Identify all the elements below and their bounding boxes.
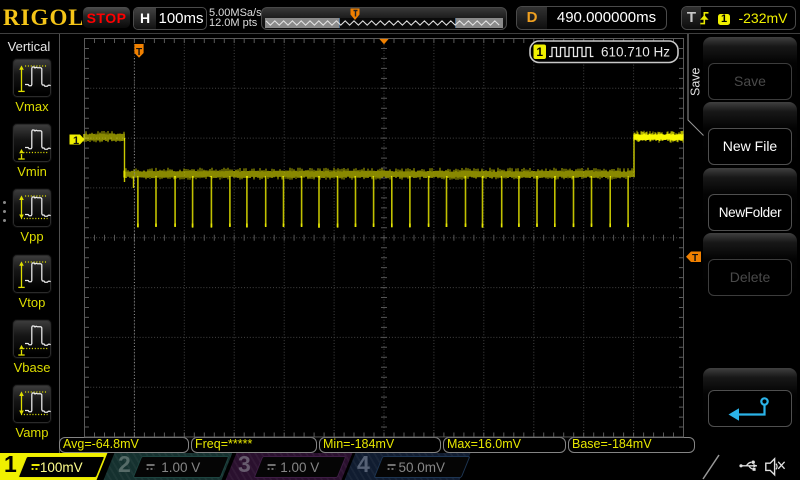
- svg-text:Save: Save: [689, 67, 703, 96]
- svg-text:1: 1: [73, 135, 79, 147]
- svg-text:1: 1: [536, 45, 543, 59]
- svg-text:610.710 Hz: 610.710 Hz: [601, 45, 670, 60]
- svg-text:T: T: [136, 47, 142, 58]
- svg-text:T: T: [692, 253, 698, 264]
